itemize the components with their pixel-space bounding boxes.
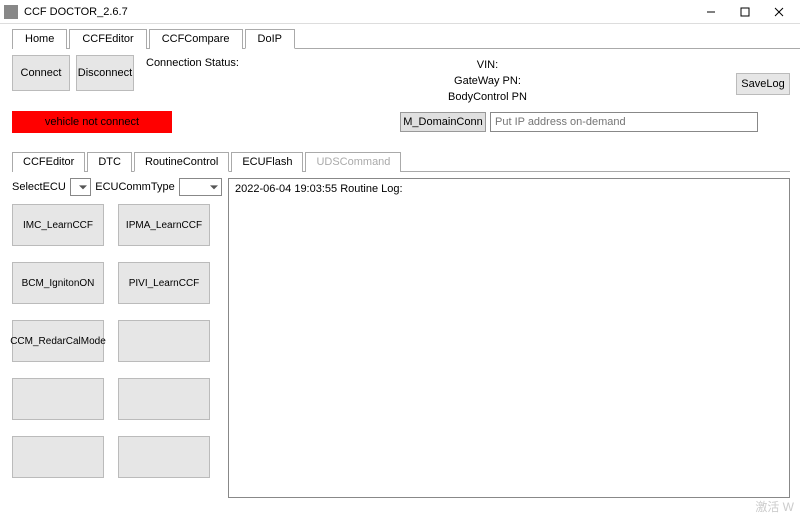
- savelog-button[interactable]: SaveLog: [736, 73, 790, 95]
- select-ecu-label: SelectECU: [12, 181, 66, 193]
- domain-ip-input[interactable]: [490, 112, 758, 132]
- ecu-comm-label: ECUCommType: [95, 181, 174, 193]
- main-tabs: Home CCFEditor CCFCompare DoIP: [12, 28, 800, 49]
- close-button[interactable]: [762, 1, 796, 23]
- subtab-ccfeditor[interactable]: CCFEditor: [12, 152, 85, 172]
- app-icon: [4, 5, 18, 19]
- titlebar: CCF DOCTOR_2.6.7: [0, 0, 800, 24]
- routine-empty-button[interactable]: [12, 436, 104, 478]
- bodycontrol-label: BodyControl PN: [448, 91, 527, 103]
- pivi-learnccf-button[interactable]: PIVI_LearnCCF: [118, 262, 210, 304]
- routine-empty-button[interactable]: [12, 378, 104, 420]
- subtab-udscommand[interactable]: UDSCommand: [305, 152, 401, 172]
- select-ecu-dropdown[interactable]: [70, 178, 91, 196]
- routine-log-box[interactable]: 2022-06-04 19:03:55 Routine Log:: [228, 178, 790, 498]
- tab-ccfcompare[interactable]: CCFCompare: [149, 29, 243, 49]
- connection-warning: vehicle not connect: [12, 111, 172, 133]
- doip-panel: Connect Disconnect Connection Status: VI…: [0, 49, 800, 508]
- watermark-text: 激活 W: [755, 498, 794, 515]
- window-title: CCF DOCTOR_2.6.7: [24, 6, 128, 18]
- subtab-ecuflash[interactable]: ECUFlash: [231, 152, 303, 172]
- maximize-button[interactable]: [728, 1, 762, 23]
- routine-empty-button[interactable]: [118, 436, 210, 478]
- routine-empty-button[interactable]: [118, 378, 210, 420]
- routine-log-header: 2022-06-04 19:03:55 Routine Log:: [235, 183, 783, 195]
- domain-conn-button[interactable]: M_DomainConn: [400, 112, 486, 132]
- tab-doip[interactable]: DoIP: [245, 29, 295, 49]
- ecu-comm-dropdown[interactable]: [179, 178, 222, 196]
- connection-status-label: Connection Status:: [146, 57, 239, 69]
- routine-button-grid: IMC_LearnCCF IPMA_LearnCCF BCM_IgnitonON…: [12, 204, 222, 478]
- bcm-ignitonon-button[interactable]: BCM_IgnitonON: [12, 262, 104, 304]
- gateway-label: GateWay PN:: [454, 75, 521, 87]
- routine-empty-button[interactable]: [118, 320, 210, 362]
- tab-home[interactable]: Home: [12, 29, 67, 49]
- subtab-dtc[interactable]: DTC: [87, 152, 132, 172]
- disconnect-button[interactable]: Disconnect: [76, 55, 134, 91]
- connect-button[interactable]: Connect: [12, 55, 70, 91]
- ccm-redarcalmode-button[interactable]: CCM_RedarCalMode: [12, 320, 104, 362]
- subtab-routinecontrol[interactable]: RoutineControl: [134, 152, 229, 172]
- ipma-learnccf-button[interactable]: IPMA_LearnCCF: [118, 204, 210, 246]
- tab-ccfeditor[interactable]: CCFEditor: [69, 29, 146, 49]
- minimize-button[interactable]: [694, 1, 728, 23]
- vin-label: VIN:: [477, 59, 498, 71]
- sub-tabs: CCFEditor DTC RoutineControl ECUFlash UD…: [12, 151, 790, 172]
- imc-learnccf-button[interactable]: IMC_LearnCCF: [12, 204, 104, 246]
